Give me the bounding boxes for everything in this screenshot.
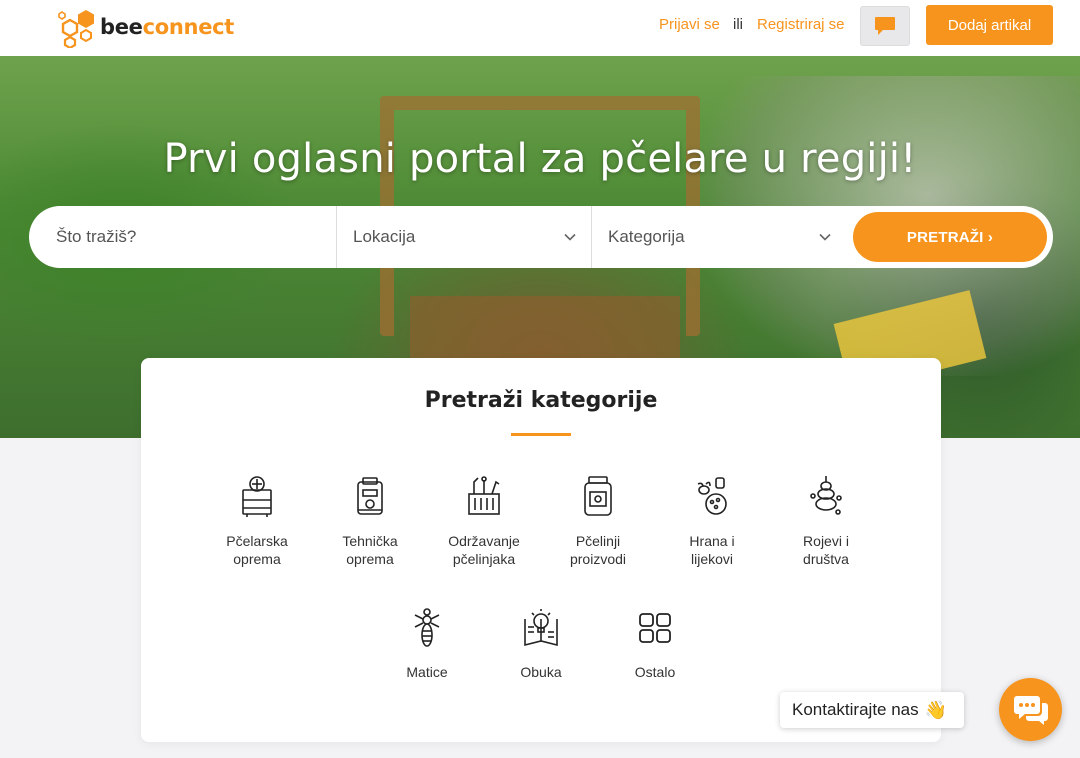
extractor-machine-icon <box>357 477 383 515</box>
chat-widget-button[interactable] <box>999 678 1062 741</box>
waving-hand-icon: 👋 <box>924 699 948 720</box>
honeycomb-logo-icon <box>58 10 94 48</box>
toolbox-icon <box>468 476 500 515</box>
contact-us-label[interactable]: Kontaktirajte nas 👋 <box>780 692 964 728</box>
category-label-line2: oprema <box>346 551 394 567</box>
search-button[interactable]: PRETRAŽI › <box>853 212 1047 262</box>
logo[interactable]: beeconnect <box>56 6 234 48</box>
categories-panel: Pretraži kategorije Pčelarska oprema Tehn… <box>141 358 941 742</box>
login-link[interactable]: Prijavi se <box>659 16 720 33</box>
category-other[interactable]: Ostalo <box>605 605 705 681</box>
category-label-line2: pčelinjaka <box>452 551 516 567</box>
chevron-down-icon <box>819 233 831 241</box>
grid-icon <box>639 613 671 643</box>
search-input[interactable] <box>29 206 336 268</box>
category-bee-products[interactable]: Pčelinji proizvodi <box>548 474 648 568</box>
chat-bubbles-icon <box>1013 695 1048 725</box>
category-label-line1: Održavanje <box>448 533 520 549</box>
category-select-label: Kategorija <box>608 227 685 246</box>
category-beekeeping-equipment[interactable]: Pčelarska oprema <box>207 474 307 568</box>
beehive-icon <box>242 476 272 517</box>
book-idea-icon <box>524 609 558 647</box>
category-food-and-medicine[interactable]: Hrana i lijekovi <box>662 474 762 568</box>
category-label-line1: Matice <box>406 664 448 680</box>
category-label-line2: oprema <box>233 551 281 567</box>
or-text: ili <box>733 16 743 33</box>
category-apiary-maintenance[interactable]: Održavanje pčelinjaka <box>434 474 534 568</box>
register-link[interactable]: Registriraj se <box>757 16 845 33</box>
honey-jar-icon <box>584 476 612 516</box>
categories-title: Pretraži kategorije <box>424 388 658 413</box>
chevron-down-icon <box>564 233 576 241</box>
category-label-line1: Pčelarska <box>226 533 288 549</box>
add-item-button[interactable]: Dodaj artikal <box>926 5 1053 45</box>
category-label-line2: lijekovi <box>690 551 733 567</box>
location-select[interactable]: Lokacija <box>337 206 591 268</box>
hero-title: Prvi oglasni portal za pčelare u regiji! <box>163 136 917 182</box>
category-label-line1: Pčelinji <box>575 533 621 549</box>
top-header: beeconnect Prijavi se ili Registriraj se… <box>0 0 1080 56</box>
category-training[interactable]: Obuka <box>491 605 591 681</box>
category-select[interactable]: Kategorija <box>592 206 846 268</box>
logo-text-connect: connect <box>142 15 235 39</box>
logo-text-bee: bee <box>100 15 143 39</box>
medicine-bee-icon <box>697 477 727 515</box>
logo-text: beeconnect <box>100 15 234 39</box>
category-label-line1: Rojevi i <box>803 533 849 549</box>
contact-us-text: Kontaktirajte nas <box>792 700 919 719</box>
category-label-line1: Ostalo <box>634 664 676 680</box>
chat-bubble-icon <box>875 17 895 35</box>
swarm-icon <box>810 476 842 515</box>
category-technical-equipment[interactable]: Tehnička oprema <box>320 474 420 568</box>
category-label-line2: proizvodi <box>569 551 627 567</box>
messages-button[interactable] <box>860 6 910 46</box>
location-select-label: Lokacija <box>353 227 416 246</box>
category-swarms-and-colonies[interactable]: Rojevi i društva <box>776 474 876 568</box>
title-underline <box>511 433 571 436</box>
search-bar: Lokacija Kategorija PRETRAŽI › <box>29 206 1053 268</box>
category-queens[interactable]: Matice <box>377 605 477 681</box>
queen-bee-icon <box>414 608 440 647</box>
category-label-line1: Obuka <box>520 664 562 680</box>
category-label-line1: Hrana i <box>689 533 735 549</box>
category-label-line2: društva <box>803 551 849 567</box>
category-label-line1: Tehnička <box>342 533 398 549</box>
